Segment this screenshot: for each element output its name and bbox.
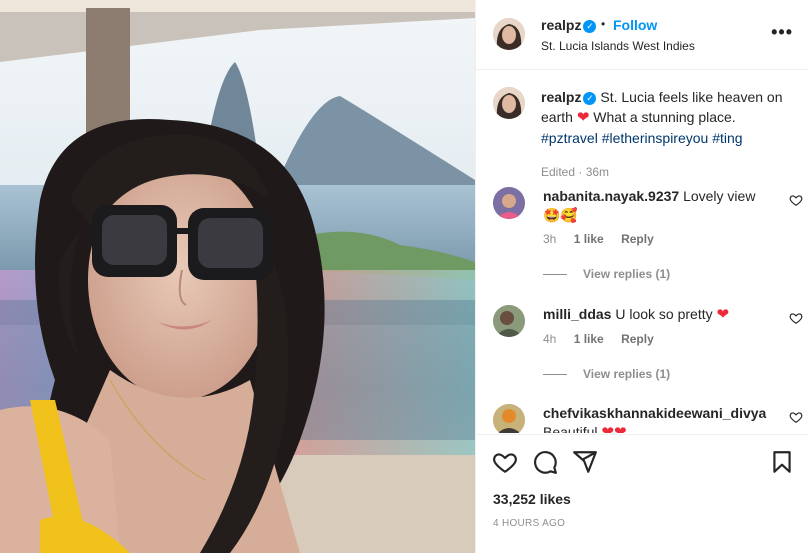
caption-author-avatar[interactable] [493, 87, 525, 119]
commenter-avatar[interactable] [493, 404, 525, 433]
caption-sentence-2: What a stunning place. [593, 109, 736, 125]
more-options-icon[interactable]: ••• [771, 23, 793, 41]
red-heart-emoji: ❤❤ [601, 424, 627, 433]
caption-text: realpz ✓ St. Lucia feels like heaven on e… [541, 87, 793, 148]
comment-text: nabanita.nayak.9237 Lovely view 🤩🥰 [543, 187, 773, 225]
view-replies-button[interactable]: View replies (1) [543, 267, 670, 281]
comment-time: 3h [543, 232, 557, 246]
follow-button[interactable]: Follow [613, 17, 657, 33]
post-side-panel: realpz ✓ • Follow St. Lucia Islands West … [475, 0, 808, 553]
comment-meta: 3h 1 like Reply [543, 232, 668, 246]
caption-username[interactable]: realpz [541, 89, 581, 105]
hashtag-link[interactable]: #pztravel [541, 130, 598, 146]
verified-badge-icon: ✓ [583, 92, 597, 105]
verified-badge-icon: ✓ [583, 20, 597, 33]
commenter-avatar[interactable] [493, 187, 525, 219]
comment-like-heart-icon[interactable] [789, 410, 803, 424]
likes-count[interactable]: 33,252 likes [493, 491, 571, 507]
hashtag-link[interactable]: #ting [712, 130, 742, 146]
comments-list[interactable]: realpz ✓ St. Lucia feels like heaven on e… [476, 71, 808, 433]
comment-text: milli_ddas U look so pretty ❤ [543, 305, 773, 324]
post-timestamp[interactable]: 4 HOURS AGO [493, 518, 565, 529]
caption-edited-time: Edited · 36m [541, 165, 610, 179]
comment-like-heart-icon[interactable] [789, 311, 803, 325]
comment-likes-count[interactable]: 1 like [574, 232, 604, 246]
comment-meta: 4h 1 like Reply [543, 332, 668, 346]
reply-button[interactable]: Reply [621, 332, 654, 346]
replies-divider-line [543, 274, 567, 276]
comment-emoji: 🤩🥰 [543, 207, 578, 223]
author-avatar[interactable] [493, 18, 525, 50]
selfie-photo-image [0, 0, 475, 553]
paper-plane-icon[interactable] [572, 449, 598, 475]
post-photo[interactable] [0, 0, 475, 553]
comment-username[interactable]: milli_ddas [543, 306, 611, 322]
comment-message: Lovely view [683, 188, 756, 204]
comment-like-heart-icon[interactable] [789, 193, 803, 207]
replies-divider-line [543, 374, 567, 376]
reply-button[interactable]: Reply [621, 232, 654, 246]
comment-text: chefvikaskhannakideewani_divya Beautiful… [543, 404, 793, 433]
author-username[interactable]: realpz ✓ [541, 17, 597, 33]
comment-message: Beautiful [543, 424, 598, 433]
post-actions-bar: 33,252 likes 4 HOURS AGO [476, 434, 808, 553]
comment-message: U look so pretty [615, 306, 713, 322]
post-location[interactable]: St. Lucia Islands West Indies [541, 39, 695, 53]
view-replies-label: View replies (1) [583, 267, 671, 281]
bookmark-icon[interactable] [769, 449, 795, 475]
view-replies-label: View replies (1) [583, 367, 671, 381]
view-replies-button[interactable]: View replies (1) [543, 367, 670, 381]
heart-outline-icon[interactable] [492, 449, 518, 475]
comment-bubble-icon[interactable] [532, 449, 558, 475]
red-heart-emoji: ❤ [716, 306, 730, 323]
commenter-avatar[interactable] [493, 305, 525, 337]
comment-likes-count[interactable]: 1 like [574, 332, 604, 346]
header-separator: • [601, 17, 606, 31]
red-heart-emoji: ❤ [576, 109, 590, 126]
comment-time: 4h [543, 332, 557, 346]
post-header: realpz ✓ • Follow St. Lucia Islands West … [476, 0, 808, 70]
comment-username[interactable]: chefvikaskhannakideewani_divya [543, 405, 766, 421]
comment-username[interactable]: nabanita.nayak.9237 [543, 188, 679, 204]
hashtag-link[interactable]: #letherinspireyou [602, 130, 709, 146]
